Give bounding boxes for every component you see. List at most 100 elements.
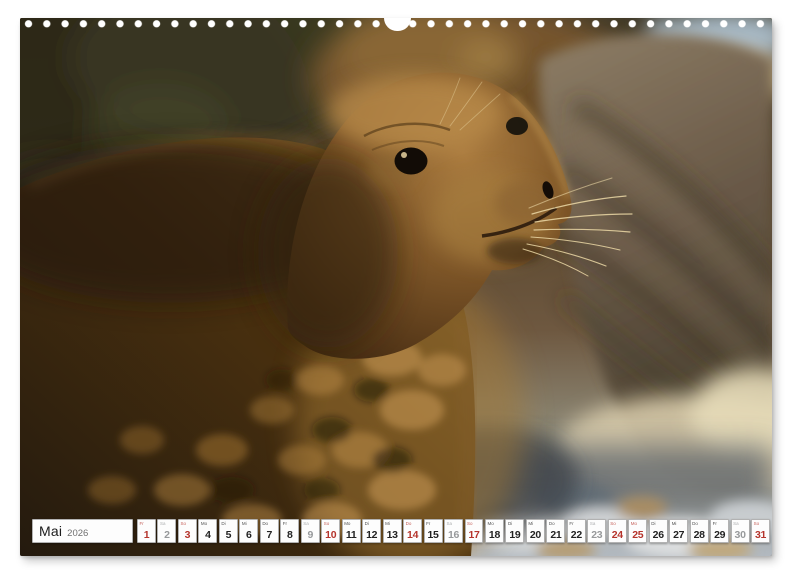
day-number: 4 bbox=[199, 529, 216, 541]
day-cell-24: So 24 bbox=[608, 519, 627, 543]
eye-glint bbox=[401, 152, 407, 158]
day-cell-5: Di 5 bbox=[219, 519, 238, 543]
day-number: 28 bbox=[691, 529, 708, 541]
day-cell-1: Fr 1 bbox=[137, 519, 156, 543]
day-weekday-label: Do bbox=[262, 521, 268, 526]
day-cell-19: Di 19 bbox=[505, 519, 524, 543]
day-cell-29: Fr 29 bbox=[710, 519, 729, 543]
month-box: Mai 2026 bbox=[32, 519, 133, 543]
day-number: 17 bbox=[466, 529, 483, 541]
day-weekday-label: Do bbox=[549, 521, 555, 526]
day-weekday-label: Mi bbox=[385, 521, 390, 526]
day-number: 22 bbox=[568, 529, 585, 541]
day-number: 19 bbox=[506, 529, 523, 541]
day-number: 24 bbox=[609, 529, 626, 541]
day-weekday-label: Di bbox=[651, 521, 655, 526]
day-cell-2: Sa 2 bbox=[157, 519, 176, 543]
day-weekday-label: Mo bbox=[631, 521, 637, 526]
day-weekday-label: So bbox=[610, 521, 616, 526]
day-weekday-label: Sa bbox=[303, 521, 309, 526]
day-cell-4: Mo 4 bbox=[198, 519, 217, 543]
day-weekday-label: Di bbox=[508, 521, 512, 526]
day-number: 30 bbox=[732, 529, 749, 541]
month-label: Mai bbox=[39, 520, 62, 542]
day-number: 14 bbox=[404, 529, 421, 541]
day-number: 27 bbox=[670, 529, 687, 541]
day-weekday-label: Fr bbox=[140, 521, 144, 526]
day-cell-6: Mi 6 bbox=[239, 519, 258, 543]
day-cell-7: Do 7 bbox=[260, 519, 279, 543]
day-cell-11: Mo 11 bbox=[342, 519, 361, 543]
day-weekday-label: So bbox=[180, 521, 186, 526]
day-cell-22: Fr 22 bbox=[567, 519, 586, 543]
day-cell-25: Mo 25 bbox=[628, 519, 647, 543]
day-weekday-label: Sa bbox=[447, 521, 453, 526]
day-cell-31: So 31 bbox=[751, 519, 770, 543]
day-number: 25 bbox=[629, 529, 646, 541]
day-weekday-label: Fr bbox=[713, 521, 717, 526]
day-number: 5 bbox=[220, 529, 237, 541]
second-seal bbox=[539, 34, 772, 498]
seal-eye bbox=[395, 148, 428, 175]
day-weekday-label: Fr bbox=[426, 521, 430, 526]
day-number: 20 bbox=[527, 529, 544, 541]
day-number: 15 bbox=[425, 529, 442, 541]
year-label: 2026 bbox=[67, 528, 88, 539]
day-cell-9: Sa 9 bbox=[301, 519, 320, 543]
day-cell-20: Mi 20 bbox=[526, 519, 545, 543]
day-weekday-label: Fr bbox=[283, 521, 287, 526]
day-weekday-label: So bbox=[467, 521, 473, 526]
day-cell-17: So 17 bbox=[465, 519, 484, 543]
day-weekday-label: Mi bbox=[528, 521, 533, 526]
day-number: 10 bbox=[322, 529, 339, 541]
day-number: 13 bbox=[384, 529, 401, 541]
day-cell-27: Mi 27 bbox=[669, 519, 688, 543]
calendar-strip: Mai 2026 Fr 1 Sa 2 So 3 Mo 4 Di 5 Mi 6 D… bbox=[32, 519, 770, 543]
day-weekday-label: Sa bbox=[733, 521, 739, 526]
day-cell-15: Fr 15 bbox=[424, 519, 443, 543]
day-number: 23 bbox=[588, 529, 605, 541]
day-number: 7 bbox=[261, 529, 278, 541]
day-number: 11 bbox=[343, 529, 360, 541]
day-number: 31 bbox=[752, 529, 769, 541]
day-cell-3: So 3 bbox=[178, 519, 197, 543]
day-number: 26 bbox=[650, 529, 667, 541]
day-weekday-label: Mo bbox=[344, 521, 350, 526]
day-cell-13: Mi 13 bbox=[383, 519, 402, 543]
day-weekday-label: Mi bbox=[242, 521, 247, 526]
day-weekday-label: Fr bbox=[569, 521, 573, 526]
day-weekday-label: Sa bbox=[160, 521, 166, 526]
day-number: 8 bbox=[281, 529, 298, 541]
day-cell-10: So 10 bbox=[321, 519, 340, 543]
days-row: Fr 1 Sa 2 So 3 Mo 4 Di 5 Mi 6 Do 7 Fr 8 … bbox=[137, 519, 770, 543]
day-number: 18 bbox=[486, 529, 503, 541]
day-weekday-label: Mi bbox=[672, 521, 677, 526]
day-cell-18: Mo 18 bbox=[485, 519, 504, 543]
day-weekday-label: Sa bbox=[590, 521, 596, 526]
day-number: 1 bbox=[138, 529, 155, 541]
day-weekday-label: Di bbox=[221, 521, 225, 526]
day-weekday-label: So bbox=[754, 521, 760, 526]
day-cell-8: Fr 8 bbox=[280, 519, 299, 543]
day-number: 6 bbox=[240, 529, 257, 541]
day-number: 29 bbox=[711, 529, 728, 541]
day-cell-16: Sa 16 bbox=[444, 519, 463, 543]
day-number: 16 bbox=[445, 529, 462, 541]
day-weekday-label: So bbox=[324, 521, 330, 526]
day-weekday-label: Mo bbox=[487, 521, 493, 526]
day-number: 3 bbox=[179, 529, 196, 541]
day-cell-28: Do 28 bbox=[690, 519, 709, 543]
day-number: 2 bbox=[158, 529, 175, 541]
day-cell-26: Di 26 bbox=[649, 519, 668, 543]
day-cell-14: Do 14 bbox=[403, 519, 422, 543]
day-cell-23: Sa 23 bbox=[587, 519, 606, 543]
day-weekday-label: Do bbox=[406, 521, 412, 526]
day-weekday-label: Di bbox=[365, 521, 369, 526]
day-number: 12 bbox=[363, 529, 380, 541]
day-weekday-label: Do bbox=[692, 521, 698, 526]
seal-far-eye bbox=[506, 117, 528, 135]
day-cell-21: Do 21 bbox=[546, 519, 565, 543]
day-number: 21 bbox=[547, 529, 564, 541]
photo-page: Mai 2026 Fr 1 Sa 2 So 3 Mo 4 Di 5 Mi 6 D… bbox=[20, 18, 772, 556]
day-cell-12: Di 12 bbox=[362, 519, 381, 543]
